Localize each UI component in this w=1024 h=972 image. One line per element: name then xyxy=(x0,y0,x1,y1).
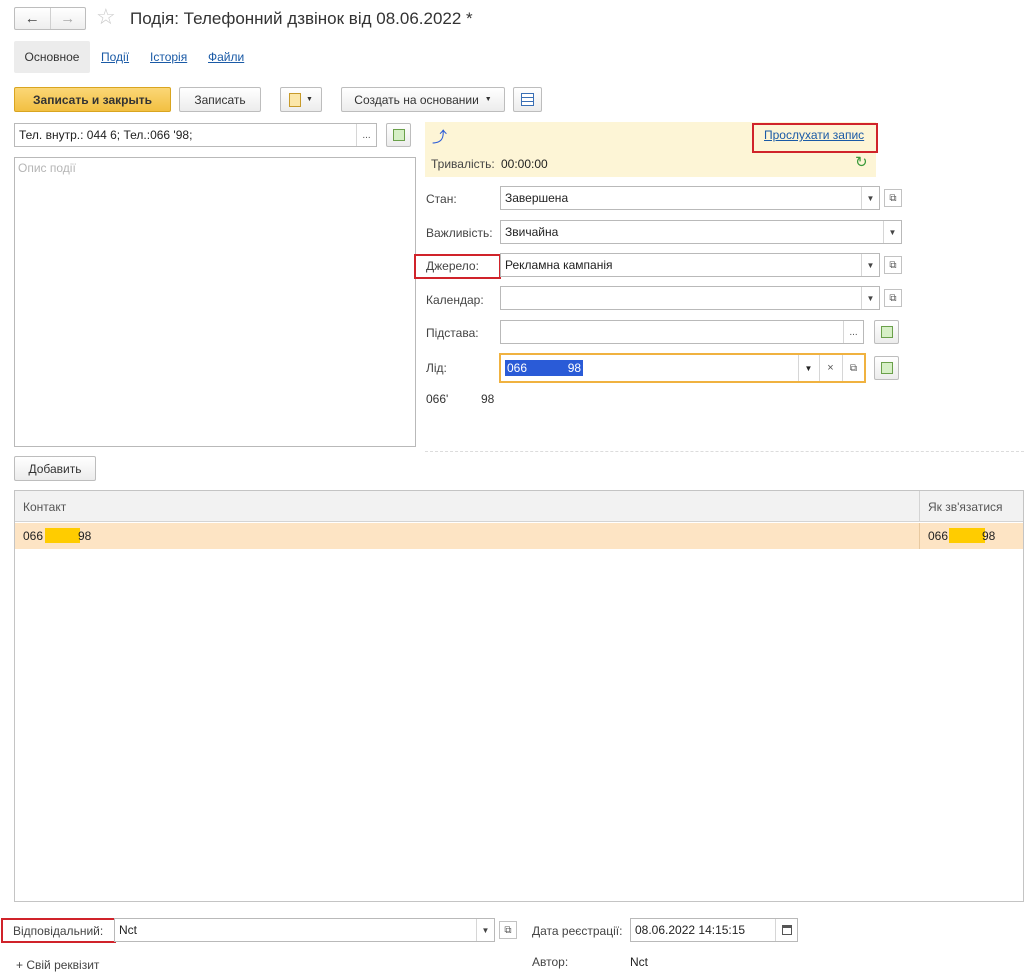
create-based-on-label: Создать на основании xyxy=(354,92,479,107)
lead-text-start: 066' xyxy=(426,392,449,406)
basis-field[interactable]: ... xyxy=(500,320,864,344)
status-label: Стан: xyxy=(426,192,457,206)
chevron-down-icon[interactable]: ▼ xyxy=(861,287,879,309)
chevron-down-icon: ▼ xyxy=(306,96,313,103)
open-form-icon xyxy=(880,362,893,374)
contact-cell-end: 98 xyxy=(78,529,92,543)
column-header-contact[interactable]: Контакт xyxy=(23,500,66,514)
how-cell-end: 98 xyxy=(982,529,996,543)
status-value: Завершена xyxy=(505,191,569,205)
forward-arrow-icon[interactable]: → xyxy=(51,8,86,29)
phone-ellipsis-button[interactable]: ... xyxy=(356,124,376,146)
source-open-icon[interactable]: ⧉ xyxy=(884,256,902,274)
back-arrow-icon[interactable]: ← xyxy=(15,8,51,29)
phone-open-button[interactable] xyxy=(386,123,411,147)
table-header: Контакт Як зв'язатися xyxy=(15,491,1023,522)
lead-label: Лід: xyxy=(426,361,447,375)
duration-label: Тривалість: xyxy=(431,157,495,171)
add-own-attribute-link[interactable]: + Свій реквізит xyxy=(16,958,99,972)
calendar-icon[interactable] xyxy=(775,919,797,941)
nav-buttons: ← → xyxy=(14,7,86,30)
tab-main[interactable]: Основное xyxy=(14,41,90,73)
lead-value-start: 066 xyxy=(507,361,528,375)
status-open-icon[interactable]: ⧉ xyxy=(884,189,902,207)
page-title: Подія: Телефонний дзвінок від 08.06.2022… xyxy=(130,9,473,28)
chevron-down-icon[interactable]: ▼ xyxy=(476,919,494,941)
lead-selected-text: 066 98 xyxy=(505,360,584,376)
column-divider xyxy=(919,491,920,522)
call-phone-icon: ⤴ xyxy=(432,129,448,146)
description-placeholder: Опис події xyxy=(18,161,76,175)
redacted-mask xyxy=(949,528,985,543)
table-row[interactable]: 066 98 066 98 xyxy=(15,523,1023,549)
phone-field[interactable]: Тел. внутр.: 044 6; Тел.:066 '98; ... xyxy=(14,123,377,147)
lead-text-end: 98 xyxy=(481,392,495,406)
tab-events[interactable]: Події xyxy=(101,50,129,64)
save-and-close-button[interactable]: Записать и закрыть xyxy=(14,87,171,112)
contacts-table: Контакт Як зв'язатися 066 98 066 98 xyxy=(14,490,1024,902)
source-value: Рекламна кампанія xyxy=(505,258,613,272)
column-header-how-to-contact[interactable]: Як зв'язатися xyxy=(928,500,1003,514)
importance-select[interactable]: Звичайна ▼ xyxy=(500,220,902,244)
lead-value-end: 98 xyxy=(567,361,582,375)
section-divider xyxy=(425,451,1024,452)
open-form-icon xyxy=(880,326,893,338)
chevron-down-icon[interactable]: ▼ xyxy=(861,187,879,209)
tab-files[interactable]: Файли xyxy=(208,50,244,64)
calendar-select[interactable]: ▼ xyxy=(500,286,880,310)
importance-value: Звичайна xyxy=(505,225,559,239)
author-value: Nct xyxy=(630,955,648,969)
annotation-box-source xyxy=(414,254,501,279)
reg-date-label: Дата реєстрації: xyxy=(532,924,623,938)
basis-label: Підстава: xyxy=(426,326,479,340)
responsible-open-icon[interactable]: ⧉ xyxy=(499,921,517,939)
duration-value: 00:00:00 xyxy=(501,157,548,171)
tab-history[interactable]: Історія xyxy=(150,50,187,64)
lead-select[interactable]: 066 98 ▼ × ⧉ xyxy=(499,353,866,383)
responsible-select[interactable]: Nct ▼ xyxy=(114,918,495,942)
structure-button[interactable] xyxy=(513,87,542,112)
author-label: Автор: xyxy=(532,955,569,969)
contact-cell-start: 066 xyxy=(23,529,44,543)
phone-field-value: Тел. внутр.: 044 6; Тел.:066 '98; xyxy=(19,128,193,142)
structure-icon xyxy=(521,93,534,106)
lead-open-icon[interactable]: ⧉ xyxy=(842,355,864,381)
add-contact-button[interactable]: Добавить xyxy=(14,456,96,481)
status-select[interactable]: Завершена ▼ xyxy=(500,186,880,210)
chevron-down-icon[interactable]: ▼ xyxy=(861,254,879,276)
chevron-down-icon[interactable]: ▼ xyxy=(883,221,901,243)
reg-date-field[interactable]: 08.06.2022 14:15:15 xyxy=(630,918,798,942)
basis-open-button[interactable] xyxy=(874,320,899,344)
print-menu-button[interactable]: ▼ xyxy=(280,87,322,112)
favorite-star-icon[interactable]: ☆ xyxy=(96,4,116,30)
responsible-value: Nct xyxy=(119,923,137,937)
open-form-icon xyxy=(392,129,405,141)
column-divider xyxy=(919,523,920,549)
redacted-mask xyxy=(45,528,80,543)
document-icon xyxy=(289,92,302,107)
calendar-label: Календар: xyxy=(426,293,484,307)
how-cell-start: 066 xyxy=(928,529,949,543)
calendar-open-icon[interactable]: ⧉ xyxy=(884,289,902,307)
lead-create-button[interactable] xyxy=(874,356,899,380)
tab-main-label: Основное xyxy=(24,50,80,64)
event-description-textarea[interactable]: Опис події xyxy=(14,157,416,447)
importance-label: Важливість: xyxy=(426,226,493,240)
chevron-down-icon[interactable]: ▼ xyxy=(798,355,818,381)
save-button[interactable]: Записать xyxy=(179,87,261,112)
clear-icon[interactable]: × xyxy=(819,355,841,381)
basis-ellipsis-button[interactable]: ... xyxy=(843,321,863,343)
refresh-icon[interactable]: ↻ xyxy=(855,153,868,171)
chevron-down-icon: ▼ xyxy=(484,96,492,103)
create-based-on-button[interactable]: Создать на основании ▼ xyxy=(341,87,505,112)
reg-date-value: 08.06.2022 14:15:15 xyxy=(635,923,746,937)
annotation-box-listen xyxy=(752,123,878,153)
annotation-box-responsible xyxy=(1,918,116,943)
source-select[interactable]: Рекламна кампанія ▼ xyxy=(500,253,880,277)
